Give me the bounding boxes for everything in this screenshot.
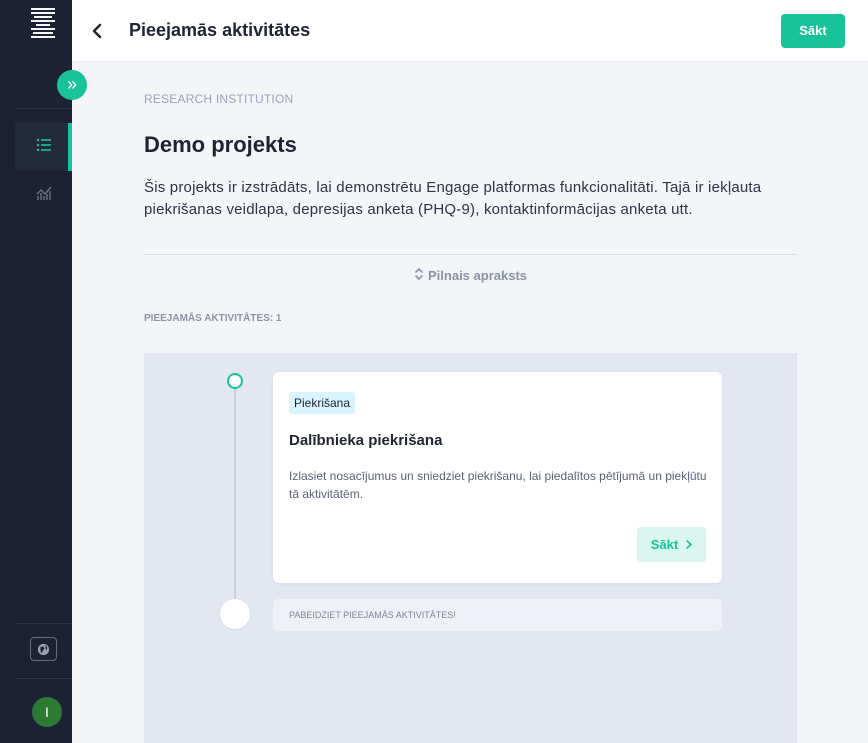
timeline-line	[234, 388, 236, 618]
sidebar-item-activities[interactable]	[15, 123, 72, 171]
activity-card: Piekrišana Dalībnieka piekrišana Izlasie…	[273, 372, 722, 583]
sidebar: » I	[15, 0, 87, 743]
full-description-label: Pilnais apraksts	[428, 268, 527, 283]
sidebar-divider	[15, 108, 72, 109]
start-button[interactable]: Sākt	[781, 14, 845, 48]
chart-icon	[35, 185, 53, 206]
timeline-end-node	[220, 599, 250, 629]
activity-start-button[interactable]: Sākt	[637, 527, 706, 562]
page-title: Pieejamās aktivitātes	[129, 20, 311, 40]
double-chevron-right-icon[interactable]: »	[57, 70, 87, 100]
sidebar-item-insights[interactable]	[15, 171, 72, 219]
sidebar-divider	[15, 623, 72, 624]
activities-count: PIEEJAMĀS AKTIVITĀTES: 1	[144, 313, 282, 324]
expand-vertical-icon	[414, 267, 424, 284]
avatar[interactable]: I	[32, 697, 62, 727]
full-description-toggle[interactable]: Pilnais apraksts	[414, 267, 527, 284]
activity-type-badge: Piekrišana	[289, 392, 356, 414]
description-fade	[144, 222, 799, 248]
top-bar: Pieejamās aktivitātes Sākt	[72, 0, 868, 62]
menu-logo-icon[interactable]	[23, 3, 63, 43]
organization-name: RESEARCH INSTITUTION	[144, 92, 294, 106]
main-content: Pieejamās aktivitātes Sākt RESEARCH INST…	[72, 0, 868, 743]
project-title: Demo projekts	[144, 132, 297, 157]
list-icon	[36, 138, 52, 157]
globe-icon[interactable]	[30, 637, 57, 661]
activities-timeline: Piekrišana Dalībnieka piekrišana Izlasie…	[144, 353, 797, 743]
timeline-node	[227, 373, 243, 389]
divider	[144, 254, 797, 255]
activity-start-label: Sākt	[650, 537, 679, 552]
completion-message: PABEIDZIET PIEEJAMĀS AKTIVITĀTES!	[273, 599, 722, 631]
chevron-left-icon[interactable]	[86, 19, 108, 43]
activity-description: Izlasiet nosacījumus un sniedziet piekri…	[289, 469, 707, 501]
sidebar-divider	[15, 678, 72, 679]
activity-title: Dalībnieka piekrišana	[289, 432, 443, 449]
chevron-right-icon	[686, 537, 693, 552]
